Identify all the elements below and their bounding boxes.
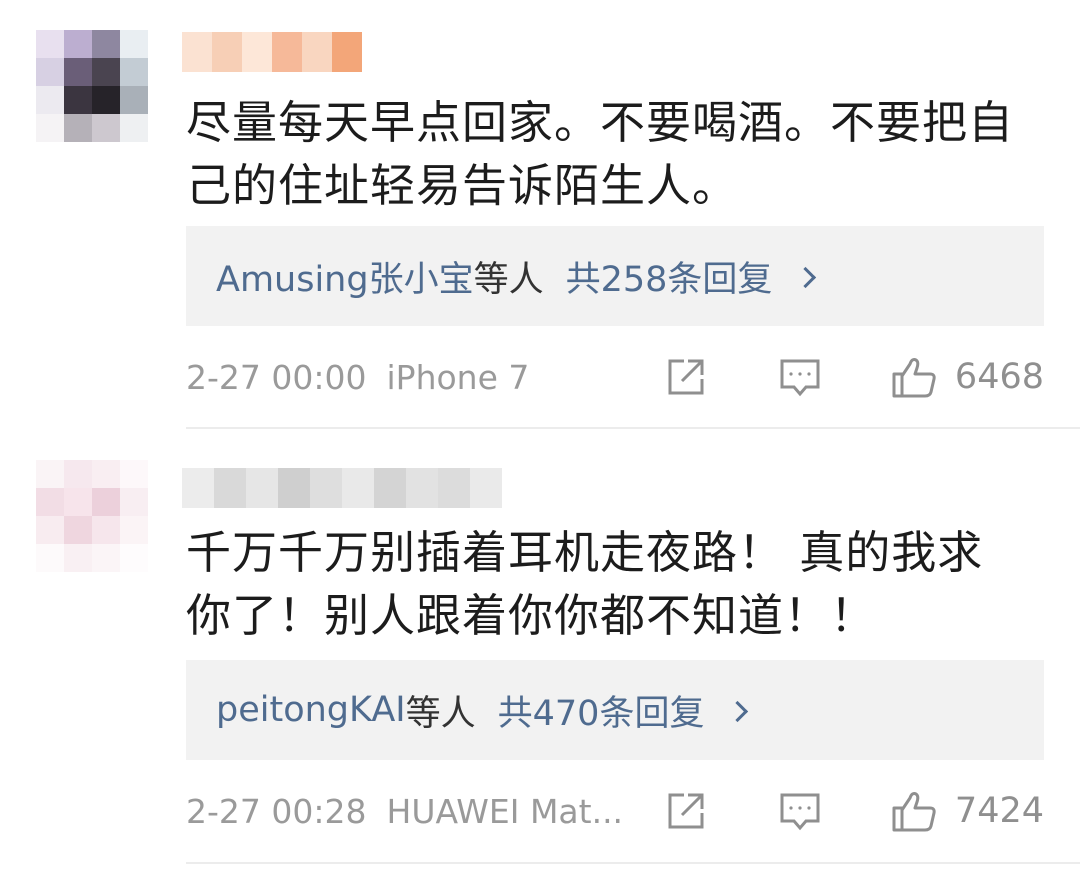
username-pixel — [212, 32, 242, 72]
username-pixel — [438, 468, 470, 508]
username-pixel — [332, 32, 362, 72]
like-button[interactable]: 7424 — [889, 786, 1044, 836]
reply-users-link[interactable]: peitongKAI — [216, 690, 406, 730]
reply-users-suffix: 等人 — [405, 693, 476, 734]
action-bar: 7424 — [661, 786, 1044, 836]
share-icon[interactable] — [661, 352, 711, 402]
username-pixel — [310, 468, 342, 508]
avatar-pixel — [92, 488, 120, 516]
comment-icon[interactable] — [775, 352, 825, 402]
username-blurred[interactable] — [182, 468, 502, 508]
avatar-pixel — [64, 460, 92, 488]
avatar-pixel — [64, 114, 92, 142]
avatar-pixel — [92, 86, 120, 114]
username-pixel — [214, 468, 246, 508]
comment-text: 尽量每天早点回家。不要喝酒。不要把自己的住址轻易告诉陌生人。 — [186, 96, 1015, 212]
reply-users-suffix: 等人 — [473, 259, 544, 300]
reply-users-link[interactable]: Amusing张小宝 — [216, 251, 474, 302]
chevron-right-icon — [727, 700, 749, 722]
avatar-pixel — [36, 544, 64, 572]
avatar-pixel — [64, 544, 92, 572]
username-pixel — [374, 468, 406, 508]
avatar-pixel — [36, 460, 64, 488]
avatar-pixel — [120, 114, 148, 142]
thumbs-up-icon[interactable] — [889, 786, 939, 836]
avatar[interactable] — [36, 460, 148, 572]
comment-meta: 2-27 00:00 iPhone 7 6468 — [186, 352, 1044, 402]
avatar-pixel — [92, 460, 120, 488]
avatar-pixel — [92, 544, 120, 572]
comment-icon[interactable] — [775, 786, 825, 836]
username-pixel — [242, 32, 272, 72]
username-pixel — [470, 468, 502, 508]
avatar-pixel — [120, 30, 148, 58]
reply-summary[interactable]: peitongKAI 等人 共470条回复 — [186, 660, 1044, 760]
avatar-pixel — [120, 460, 148, 488]
avatar-pixel — [120, 58, 148, 86]
thumbs-up-icon[interactable] — [889, 352, 939, 402]
avatar-pixel — [36, 86, 64, 114]
avatar-pixel — [64, 488, 92, 516]
avatar[interactable] — [36, 30, 148, 142]
username-pixel — [182, 32, 212, 72]
share-icon[interactable] — [661, 786, 711, 836]
divider — [186, 427, 1080, 429]
avatar-pixel — [120, 516, 148, 544]
comment-meta: 2-27 00:28 HUAWEI Mat... 7424 — [186, 786, 1044, 836]
avatar-pixel — [92, 58, 120, 86]
avatar-pixel — [92, 30, 120, 58]
avatar-pixel — [64, 58, 92, 86]
avatar-pixel — [64, 516, 92, 544]
chevron-right-icon — [795, 266, 817, 288]
avatar-pixel — [64, 30, 92, 58]
username-pixel — [272, 32, 302, 72]
username-pixel — [342, 468, 374, 508]
avatar-pixel — [36, 58, 64, 86]
like-count: 6468 — [954, 357, 1044, 397]
divider — [186, 862, 1080, 864]
username-pixel — [302, 32, 332, 72]
comment-text: 千万千万别插着耳机走夜路！ 真的我求你了！别人跟着你你都不知道！！ — [186, 526, 984, 642]
username-pixel — [246, 468, 278, 508]
avatar-pixel — [120, 488, 148, 516]
action-bar: 6468 — [661, 352, 1044, 402]
avatar-pixel — [64, 86, 92, 114]
device-label: iPhone 7 — [386, 357, 530, 397]
avatar-pixel — [36, 30, 64, 58]
reply-count[interactable]: 共258条回复 — [566, 251, 773, 302]
avatar-pixel — [120, 86, 148, 114]
avatar-pixel — [120, 544, 148, 572]
avatar-pixel — [92, 114, 120, 142]
username-pixel — [406, 468, 438, 508]
comment-item: 尽量每天早点回家。不要喝酒。不要把自己的住址轻易告诉陌生人。 Amusing张小… — [0, 0, 1080, 430]
like-button[interactable]: 6468 — [889, 352, 1044, 402]
avatar-pixel — [36, 516, 64, 544]
device-label: HUAWEI Mat... — [386, 791, 624, 831]
username-pixel — [278, 468, 310, 508]
username-pixel — [182, 468, 214, 508]
username-blurred[interactable] — [182, 32, 362, 72]
avatar-pixel — [92, 516, 120, 544]
avatar-pixel — [36, 114, 64, 142]
timestamp: 2-27 00:00 — [186, 357, 367, 397]
comment-item: 千万千万别插着耳机走夜路！ 真的我求你了！别人跟着你你都不知道！！ peiton… — [0, 432, 1080, 872]
reply-summary[interactable]: Amusing张小宝 等人 共258条回复 — [186, 226, 1044, 326]
like-count: 7424 — [954, 791, 1044, 831]
reply-count[interactable]: 共470条回复 — [498, 685, 705, 736]
avatar-pixel — [36, 488, 64, 516]
timestamp: 2-27 00:28 — [186, 791, 367, 831]
